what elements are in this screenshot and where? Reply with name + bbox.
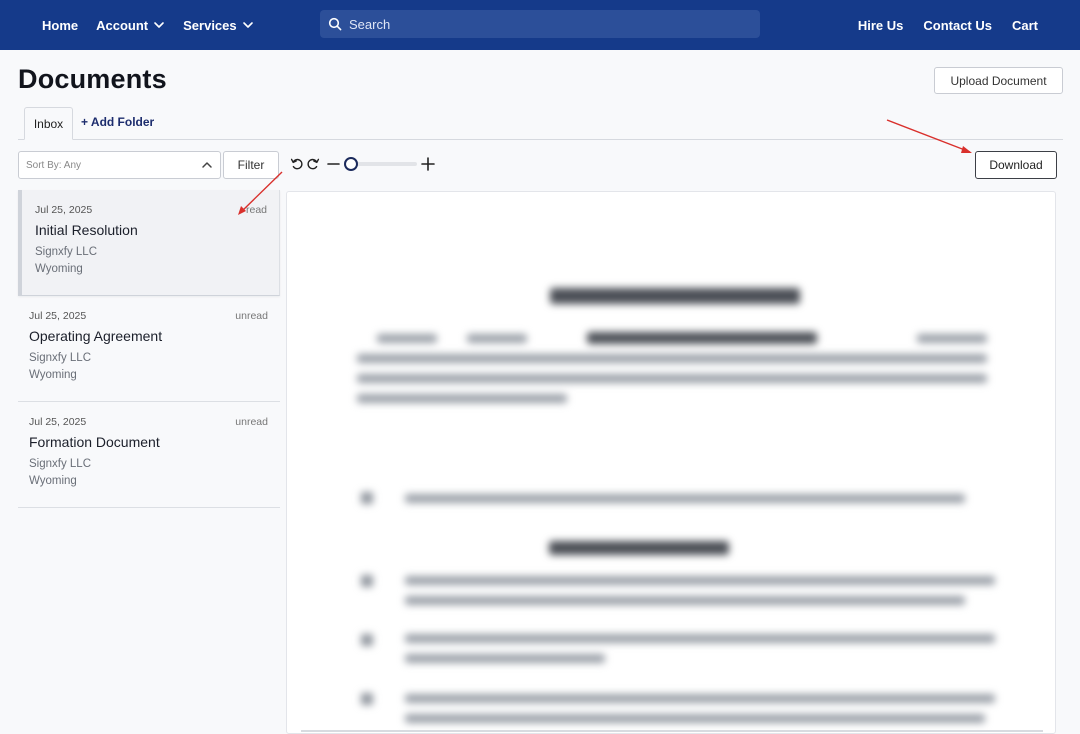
chevron-down-icon	[154, 22, 164, 28]
document-status: unread	[235, 310, 268, 322]
document-state: Wyoming	[35, 263, 83, 275]
document-title: Formation Document	[29, 434, 160, 450]
search-bar[interactable]	[320, 10, 760, 38]
folder-tabs: Inbox + Add Folder	[18, 107, 1063, 140]
document-item[interactable]: Jul 25, 2025 unread Formation Document S…	[18, 402, 280, 508]
document-state: Wyoming	[29, 475, 77, 487]
search-icon	[328, 17, 342, 31]
nav-hire-us[interactable]: Hire Us	[858, 18, 904, 33]
chevron-down-icon	[242, 22, 253, 28]
preview-page-edge	[301, 730, 1043, 732]
document-company: Signxfy LLC	[35, 246, 98, 258]
nav-right-group: Hire Us Contact Us Cart	[858, 0, 1038, 50]
zoom-slider-thumb[interactable]	[344, 157, 358, 171]
rotate-cw-icon[interactable]	[306, 157, 320, 171]
sort-select-value: Sort By: Any	[26, 159, 82, 171]
nav-account[interactable]: Account	[96, 18, 165, 33]
document-list: Jul 25, 2025 read Initial Resolution Sig…	[18, 190, 280, 508]
filter-button[interactable]: Filter	[223, 151, 279, 179]
search-input[interactable]	[349, 16, 749, 32]
chevron-up-icon	[202, 162, 212, 168]
add-folder-link[interactable]: + Add Folder	[81, 115, 154, 129]
document-item[interactable]: Jul 25, 2025 unread Operating Agreement …	[18, 296, 280, 402]
rotate-ccw-icon[interactable]	[290, 157, 304, 171]
document-company: Signxfy LLC	[29, 458, 92, 470]
blurred-document-content	[287, 192, 1055, 733]
top-navigation: Home Account Services Hire Us Contact Us…	[0, 0, 1080, 50]
nav-services[interactable]: Services	[183, 18, 254, 33]
sort-select[interactable]: Sort By: Any	[18, 151, 221, 179]
nav-home[interactable]: Home	[42, 18, 78, 33]
tab-inbox[interactable]: Inbox	[24, 107, 73, 140]
document-date: Jul 25, 2025	[35, 204, 93, 216]
document-status: read	[245, 204, 267, 216]
document-preview[interactable]	[286, 191, 1056, 734]
nav-cart[interactable]: Cart	[1012, 18, 1038, 33]
document-date: Jul 25, 2025	[29, 416, 87, 428]
plus-icon[interactable]	[421, 157, 435, 171]
minus-icon[interactable]	[327, 157, 340, 171]
page-title: Documents	[18, 64, 167, 94]
upload-document-button[interactable]: Upload Document	[934, 67, 1063, 94]
document-state: Wyoming	[29, 369, 77, 381]
download-button[interactable]: Download	[975, 151, 1057, 179]
zoom-slider-track[interactable]	[351, 162, 417, 166]
document-item[interactable]: Jul 25, 2025 read Initial Resolution Sig…	[18, 190, 280, 296]
document-title: Operating Agreement	[29, 328, 163, 344]
document-company: Signxfy LLC	[29, 352, 92, 364]
nav-left-group: Home Account Services	[42, 0, 254, 50]
document-status: unread	[235, 416, 268, 428]
document-date: Jul 25, 2025	[29, 310, 87, 322]
nav-contact-us[interactable]: Contact Us	[923, 18, 992, 33]
document-title: Initial Resolution	[35, 222, 138, 238]
